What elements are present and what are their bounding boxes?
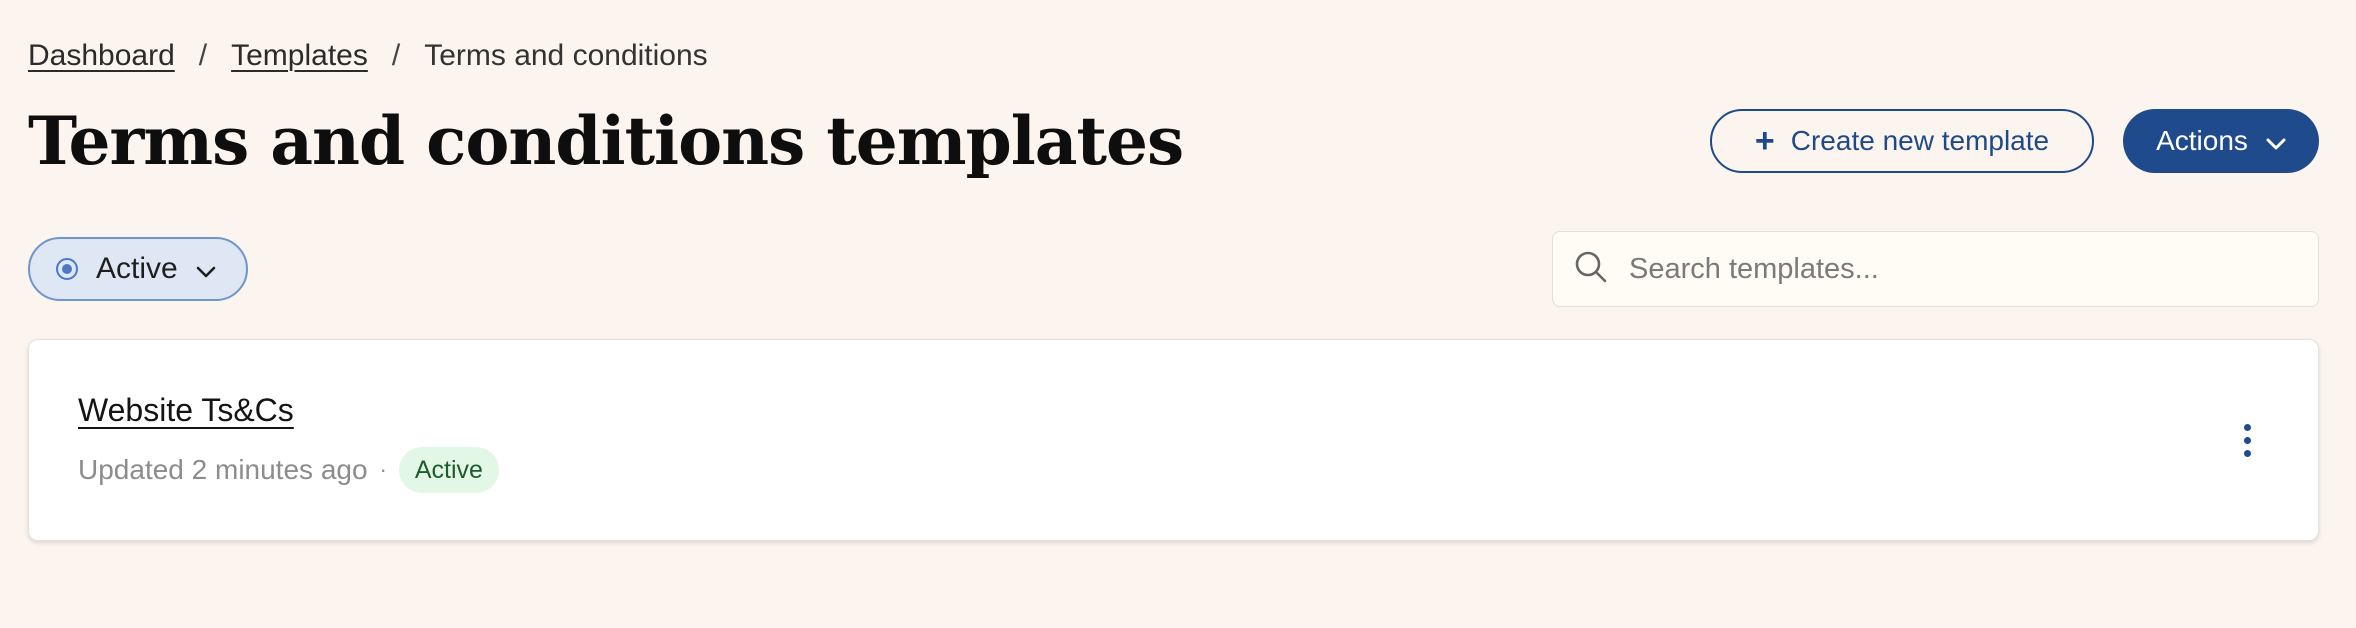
more-options-button[interactable] <box>2227 413 2267 467</box>
chevron-down-icon <box>196 252 216 286</box>
meta-separator: · <box>379 457 387 482</box>
kebab-menu-icon <box>2243 423 2251 431</box>
actions-button[interactable]: Actions <box>2123 109 2319 173</box>
kebab-menu-icon <box>2243 436 2251 444</box>
breadcrumb-link-dashboard[interactable]: Dashboard <box>28 39 175 73</box>
search-box <box>1552 231 2319 307</box>
breadcrumb: Dashboard / Templates / Terms and condit… <box>28 36 708 76</box>
template-meta: Updated 2 minutes ago · Active <box>78 447 499 493</box>
search-icon <box>1573 249 1609 290</box>
actions-label: Actions <box>2156 125 2248 156</box>
kebab-menu-icon <box>2243 449 2251 457</box>
page-title: Terms and conditions templates <box>28 102 1184 180</box>
plus-icon: + <box>1754 122 1775 160</box>
template-card: Website Ts&Cs Updated 2 minutes ago · Ac… <box>28 339 2319 541</box>
breadcrumb-link-templates[interactable]: Templates <box>231 39 368 73</box>
create-new-template-label: Create new template <box>1790 125 2050 156</box>
radio-selected-icon <box>56 258 78 280</box>
create-new-template-button[interactable]: + Create new template <box>1710 109 2094 173</box>
template-name-link[interactable]: Website Ts&Cs <box>78 392 294 429</box>
breadcrumb-current: Terms and conditions <box>424 39 708 72</box>
breadcrumb-separator: / <box>391 39 401 72</box>
updated-time: Updated 2 minutes ago <box>78 454 368 485</box>
chevron-down-icon <box>2266 125 2286 157</box>
status-badge: Active <box>398 447 499 493</box>
breadcrumb-separator: / <box>198 39 208 72</box>
status-filter-dropdown[interactable]: Active <box>28 237 248 301</box>
status-filter-label: Active <box>96 252 178 285</box>
search-input[interactable] <box>1627 251 2271 287</box>
